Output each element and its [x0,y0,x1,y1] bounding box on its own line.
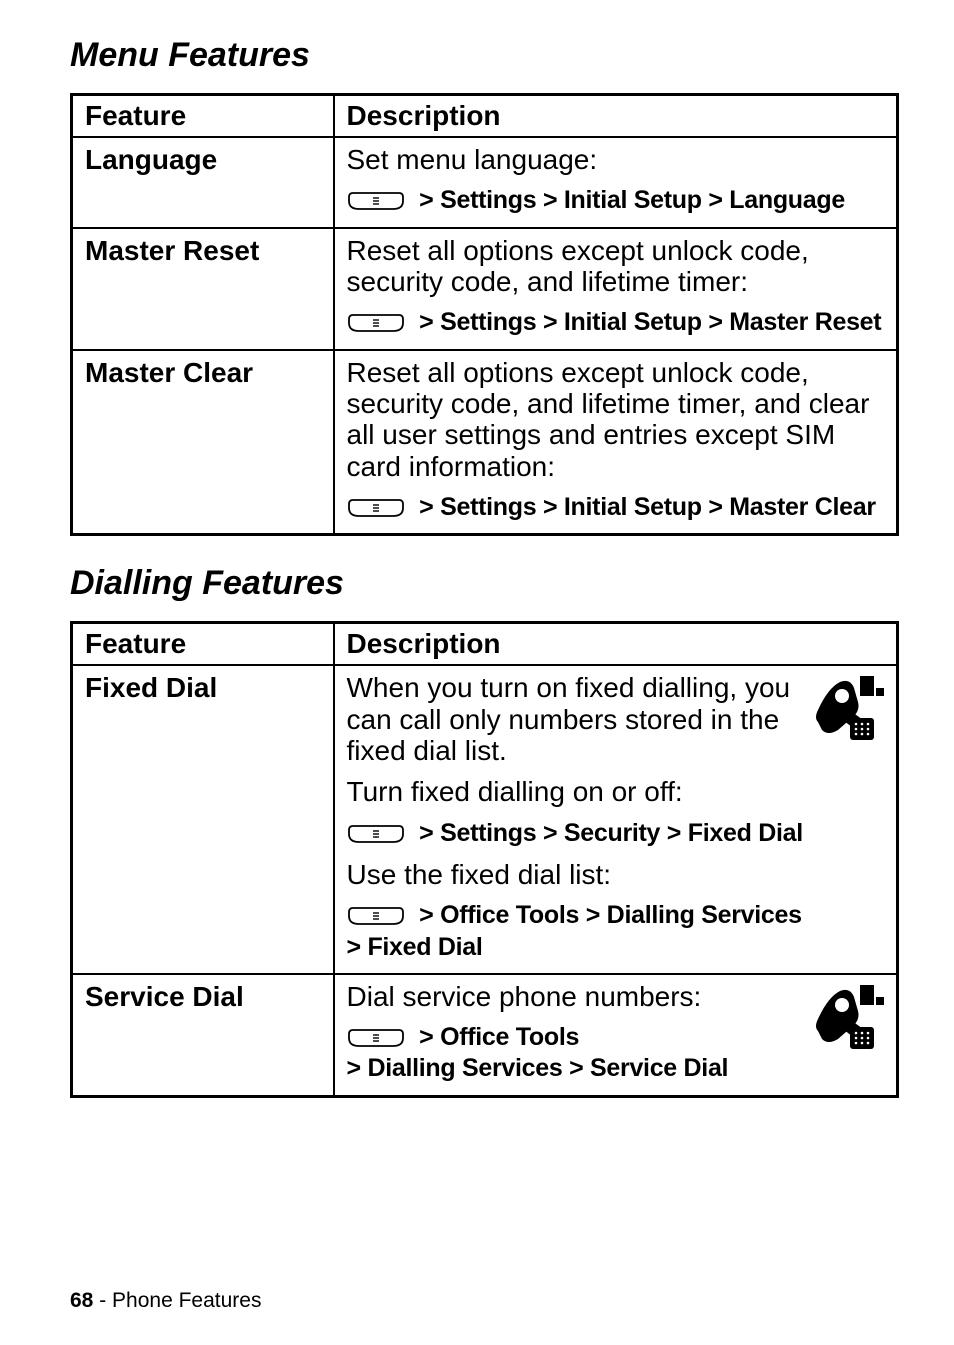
desc-master-reset: Reset all options except unlock code, se… [334,228,898,350]
table-row: Service Dial Dial service phone numbers:… [72,974,898,1096]
page-footer: 68 - Phone Features [70,1289,261,1313]
feature-master-reset: Master Reset [72,228,334,350]
desc-text: Reset all options except unlock code, se… [347,235,885,298]
col-feature: Feature [72,95,334,138]
path-text: > Dialling Services > Service Dial [347,1054,729,1082]
dialling-features-table: Feature Description Fixed Dial When you … [70,621,899,1097]
desc-text: Use the fixed dial list: [347,859,885,890]
menu-key-icon [347,905,405,927]
desc-service-dial: Dial service phone numbers: > Office Too… [334,974,898,1096]
path-text: > Fixed Dial [347,933,483,961]
path-text: > Settings > Initial Setup > Master Clea… [413,493,876,521]
col-description: Description [334,95,898,138]
page-number: 68 [70,1289,93,1312]
desc-text: Dial service phone numbers: [347,981,885,1012]
feature-service-dial: Service Dial [72,974,334,1096]
menu-features-table: Feature Description Language Set menu la… [70,93,899,536]
sim-phone-icon [810,674,884,742]
menu-path: > Office Tools > Dialling Services > Fixe… [347,900,885,963]
feature-language: Language [72,137,334,228]
desc-text: Turn fixed dialling on or off: [347,776,885,807]
desc-text: When you turn on fixed dialling, you can… [347,672,885,766]
table-header-row: Feature Description [72,623,898,666]
table-row: Language Set menu language: > Settings >… [72,137,898,228]
table-row: Master Reset Reset all options except un… [72,228,898,350]
menu-path: > Settings > Initial Setup > Master Rese… [347,307,885,338]
col-description: Description [334,623,898,666]
path-text: > Office Tools [413,1023,580,1051]
col-feature: Feature [72,623,334,666]
menu-key-icon [347,497,405,519]
menu-key-icon [347,312,405,334]
menu-key-icon [347,823,405,845]
footer-section: Phone Features [112,1289,261,1312]
feature-master-clear: Master Clear [72,350,334,535]
sim-phone-icon [810,983,884,1051]
desc-language: Set menu language: > Settings > Initial … [334,137,898,228]
table-row: Master Clear Reset all options except un… [72,350,898,535]
menu-path: > Office Tools > Dialling Services > Serv… [347,1022,885,1085]
section-title-dialling: Dialling Features [70,564,899,603]
path-text: > Settings > Initial Setup > Language [413,186,845,214]
menu-key-icon [347,1027,405,1049]
table-row: Fixed Dial When you turn on fixed dialli… [72,665,898,974]
menu-path: > Settings > Initial Setup > Language [347,185,885,216]
desc-master-clear: Reset all options except unlock code, se… [334,350,898,535]
path-text: > Settings > Initial Setup > Master Rese… [413,308,882,336]
section-title-menu: Menu Features [70,36,899,75]
feature-fixed-dial: Fixed Dial [72,665,334,974]
menu-path: > Settings > Security > Fixed Dial [347,818,885,849]
menu-path: > Settings > Initial Setup > Master Clea… [347,492,885,523]
table-header-row: Feature Description [72,95,898,138]
desc-text: Set menu language: [347,144,885,175]
path-text: > Office Tools > Dialling Services [413,901,802,929]
path-text: > Settings > Security > Fixed Dial [413,819,803,847]
desc-fixed-dial: When you turn on fixed dialling, you can… [334,665,898,974]
desc-text: Reset all options except unlock code, se… [347,357,885,482]
footer-sep: - [93,1289,112,1312]
menu-key-icon [347,190,405,212]
